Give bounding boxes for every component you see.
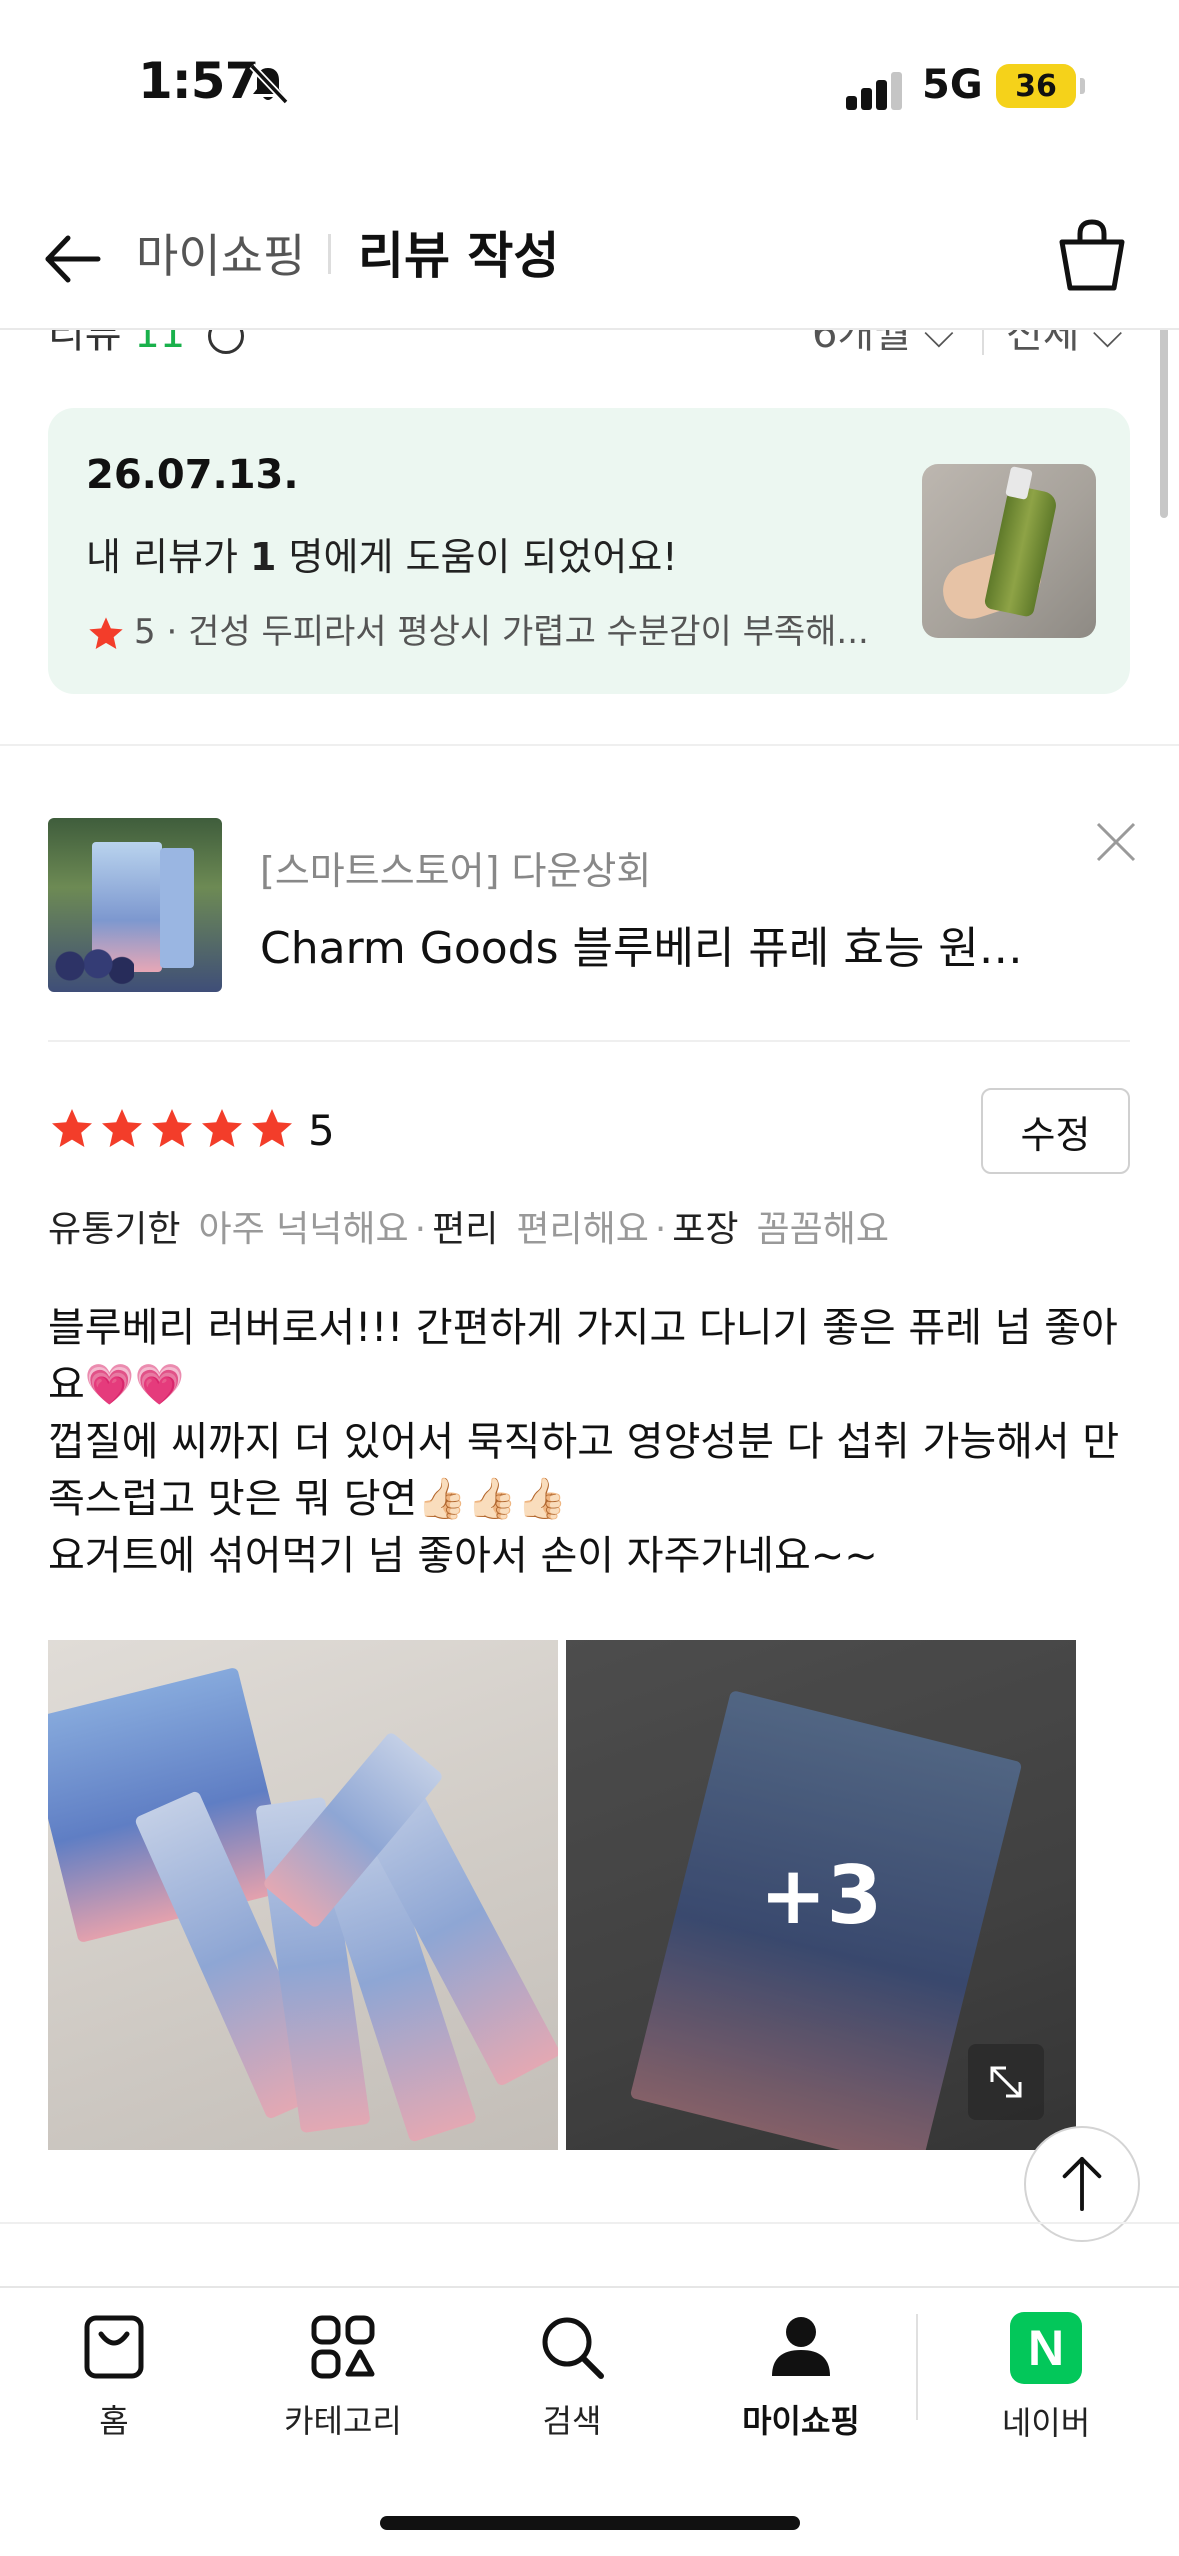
review-stars [48,1104,298,1154]
home-indicator [380,2516,800,2530]
review-line: 요거트에 섞어먹기 넘 좋아서 손이 자주가네요~~ [48,1533,878,1579]
help-card-date: 26.07.13. [86,452,299,498]
attr-value: 편리해요 [516,1209,649,1250]
star-icon [89,616,123,649]
review-rating: 5 [308,1106,335,1155]
review-line: 껍질에 씨까지 더 있어서 묵직하고 영양성분 다 섭취 가능해서 만족스럽고 … [48,1419,1120,1522]
scroll-to-top-icon[interactable] [1024,2126,1140,2242]
review-line: 블루베리 러버로서!!! 간편하게 가지고 다니기 좋은 퓨레 넘 좋아요💗💗 [48,1305,1118,1408]
star-icon [252,1109,292,1147]
page-header: 마이쇼핑 리뷰 작성 [0,190,1179,330]
nav-myshopping[interactable]: 마이쇼핑 [711,2312,891,2442]
close-icon[interactable] [1092,818,1140,866]
product-store: [스마트스토어] 다운상회 [260,849,652,893]
battery-icon: 36 [996,64,1076,108]
product-name[interactable]: Charm Goods 블루베리 퓨레 효능 원액 ... [260,912,1050,976]
naver-n-icon: N [1010,2312,1082,2384]
nav-naver[interactable]: N 네이버 [956,2312,1136,2444]
nav-category[interactable]: 카테고리 [253,2312,433,2442]
person-icon [772,2317,830,2376]
help-card-message: 내 리뷰가 1 명에게 도움이 되었어요! [86,535,678,579]
star-icon [102,1109,142,1147]
status-bar: 1:57 5G 36 [0,0,1179,170]
breadcrumb-separator [328,234,331,274]
helpful-review-card[interactable]: 26.07.13. 내 리뷰가 1 명에게 도움이 되었어요! 5 · 건성 두… [48,408,1130,694]
category-icon [311,2315,375,2379]
help-card-rating-snippet: 5 · 건성 두피라서 평상시 가렵고 수분감이 부족해... [86,604,946,654]
review-photo[interactable] [48,1640,558,2150]
help-card-photo[interactable] [922,464,1096,638]
star-icon [152,1109,192,1147]
nav-home[interactable]: 홈 [24,2312,204,2442]
attr-key: 유통기한 [48,1209,181,1250]
review-attributes: 유통기한 아주 넉넉해요 · 편리 편리해요 · 포장 꼼꼼해요 [48,1209,890,1250]
edit-button[interactable]: 수정 [981,1088,1130,1174]
search-icon [542,2317,604,2379]
attr-key: 편리 [432,1209,499,1250]
status-time: 1:57 [138,52,259,110]
product-thumbnail[interactable] [48,818,222,992]
nav-search[interactable]: 검색 [482,2312,662,2442]
expand-icon[interactable] [968,2044,1044,2120]
attr-value: 꼼꼼해요 [756,1209,890,1250]
attr-key: 포장 [672,1209,739,1250]
star-icon [52,1109,92,1147]
review-text: 블루베리 러버로서!!! 간편하게 가지고 다니기 좋은 퓨레 넘 좋아요💗💗 … [48,1300,1130,1585]
page-title: 리뷰 작성 [358,227,560,285]
shopping-bag-icon[interactable] [1056,216,1128,296]
star-icon [202,1109,242,1147]
back-arrow-icon[interactable] [40,226,106,292]
network-type: 5G [922,62,983,108]
home-bag-icon [84,2315,144,2379]
review-photo-more[interactable]: +3 [566,1640,1076,2150]
signal-icon [846,70,904,110]
attr-value: 아주 넉넉해요 [198,1209,409,1250]
breadcrumb-parent[interactable]: 마이쇼핑 [136,220,305,286]
bell-off-icon [249,63,289,105]
